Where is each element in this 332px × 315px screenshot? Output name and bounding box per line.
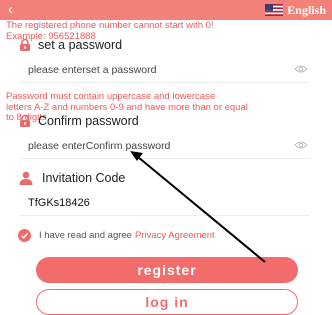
eye-icon[interactable] bbox=[294, 140, 308, 150]
confirm-password-field bbox=[20, 136, 310, 159]
top-bar: ‹ English bbox=[0, 0, 332, 20]
confirm-password-input[interactable] bbox=[28, 140, 278, 152]
set-password-field bbox=[20, 60, 310, 83]
eye-icon[interactable] bbox=[294, 64, 308, 74]
confirm-password-label: Confirm password bbox=[18, 114, 139, 128]
invitation-code-label: Invitation Code bbox=[18, 170, 125, 186]
invitation-code-label-text: Invitation Code bbox=[42, 171, 126, 185]
privacy-agreement-link[interactable]: Privacy Agreement bbox=[135, 230, 215, 241]
set-password-label-text: set a password bbox=[38, 38, 123, 52]
checkmark-icon bbox=[20, 232, 29, 239]
agreement-checkbox[interactable] bbox=[18, 229, 31, 242]
lock-icon bbox=[20, 114, 30, 127]
language-label: English bbox=[287, 2, 326, 17]
invitation-code-input[interactable] bbox=[28, 197, 278, 209]
confirm-password-label-text: Confirm password bbox=[38, 114, 139, 128]
user-icon bbox=[19, 171, 33, 185]
lock-icon bbox=[20, 38, 30, 51]
invitation-code-field bbox=[20, 193, 310, 216]
back-button[interactable]: ‹ bbox=[8, 2, 13, 18]
us-flag-icon bbox=[265, 4, 284, 16]
set-password-input[interactable] bbox=[28, 64, 278, 76]
register-button[interactable]: register bbox=[36, 257, 298, 283]
agreement-row: I have read and agree Privacy Agreement bbox=[18, 229, 215, 242]
set-password-label: set a password bbox=[18, 38, 122, 52]
language-selector[interactable]: English bbox=[265, 3, 326, 17]
login-button[interactable]: log in bbox=[36, 289, 298, 315]
agreement-text: I have read and agree bbox=[39, 230, 132, 241]
